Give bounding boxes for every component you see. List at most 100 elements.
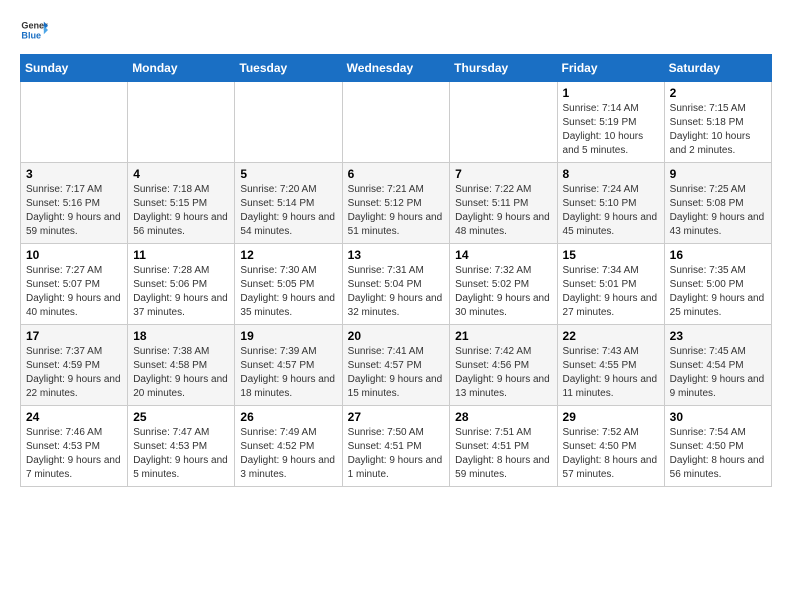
- day-number: 21: [455, 329, 551, 343]
- calendar-header-wednesday: Wednesday: [342, 55, 450, 82]
- day-number: 5: [240, 167, 336, 181]
- day-info: Sunrise: 7:46 AM Sunset: 4:53 PM Dayligh…: [26, 426, 122, 482]
- calendar-header-thursday: Thursday: [450, 55, 557, 82]
- calendar-cell: 21Sunrise: 7:42 AM Sunset: 4:56 PM Dayli…: [450, 325, 557, 406]
- day-info: Sunrise: 7:28 AM Sunset: 5:06 PM Dayligh…: [133, 264, 229, 320]
- day-info: Sunrise: 7:32 AM Sunset: 5:02 PM Dayligh…: [455, 264, 551, 320]
- calendar-header-saturday: Saturday: [664, 55, 771, 82]
- calendar-cell: 9 Sunrise: 7:25 AM Sunset: 5:08 PM Daylig…: [664, 163, 771, 244]
- day-number: 19: [240, 329, 336, 343]
- day-number: 22: [563, 329, 659, 343]
- calendar-cell: 27 Sunrise: 7:50 AM Sunset: 4:51 PM Dayli…: [342, 406, 450, 487]
- day-info: Sunrise: 7:21 AM Sunset: 5:12 PM Dayligh…: [348, 183, 445, 239]
- calendar-cell: 14 Sunrise: 7:32 AM Sunset: 5:02 PM Dayli…: [450, 244, 557, 325]
- day-number: 10: [26, 248, 122, 262]
- day-number: 20: [348, 329, 445, 343]
- calendar-week-2: 3Sunrise: 7:17 AM Sunset: 5:16 PM Daylig…: [21, 163, 772, 244]
- calendar-week-3: 10 Sunrise: 7:27 AM Sunset: 5:07 PM Dayli…: [21, 244, 772, 325]
- logo-icon: General Blue: [20, 16, 48, 44]
- calendar-cell: 1 Sunrise: 7:14 AM Sunset: 5:19 PM Daylig…: [557, 82, 664, 163]
- calendar-cell: 4 Sunrise: 7:18 AM Sunset: 5:15 PM Daylig…: [128, 163, 235, 244]
- day-info: Sunrise: 7:38 AM Sunset: 4:58 PM Dayligh…: [133, 345, 229, 401]
- day-info: Sunrise: 7:35 AM Sunset: 5:00 PM Dayligh…: [670, 264, 766, 320]
- calendar-cell: 25 Sunrise: 7:47 AM Sunset: 4:53 PM Dayli…: [128, 406, 235, 487]
- day-info: Sunrise: 7:54 AM Sunset: 4:50 PM Dayligh…: [670, 426, 766, 482]
- day-number: 29: [563, 410, 659, 424]
- day-number: 7: [455, 167, 551, 181]
- calendar-cell: [342, 82, 450, 163]
- calendar-cell: 12Sunrise: 7:30 AM Sunset: 5:05 PM Dayli…: [235, 244, 342, 325]
- day-number: 27: [348, 410, 445, 424]
- svg-text:Blue: Blue: [21, 30, 41, 40]
- calendar-header-row: SundayMondayTuesdayWednesdayThursdayFrid…: [21, 55, 772, 82]
- day-info: Sunrise: 7:18 AM Sunset: 5:15 PM Dayligh…: [133, 183, 229, 239]
- day-number: 15: [563, 248, 659, 262]
- day-info: Sunrise: 7:45 AM Sunset: 4:54 PM Dayligh…: [670, 345, 766, 401]
- calendar-cell: 7 Sunrise: 7:22 AM Sunset: 5:11 PM Daylig…: [450, 163, 557, 244]
- day-number: 2: [670, 86, 766, 100]
- calendar-cell: [128, 82, 235, 163]
- calendar-cell: 17 Sunrise: 7:37 AM Sunset: 4:59 PM Dayli…: [21, 325, 128, 406]
- calendar-cell: 8 Sunrise: 7:24 AM Sunset: 5:10 PM Daylig…: [557, 163, 664, 244]
- day-number: 25: [133, 410, 229, 424]
- day-number: 9: [670, 167, 766, 181]
- calendar-cell: 10 Sunrise: 7:27 AM Sunset: 5:07 PM Dayli…: [21, 244, 128, 325]
- calendar-header-tuesday: Tuesday: [235, 55, 342, 82]
- day-number: 3: [26, 167, 122, 181]
- day-info: Sunrise: 7:24 AM Sunset: 5:10 PM Dayligh…: [563, 183, 659, 239]
- calendar-cell: 15Sunrise: 7:34 AM Sunset: 5:01 PM Dayli…: [557, 244, 664, 325]
- day-number: 28: [455, 410, 551, 424]
- calendar-cell: 30 Sunrise: 7:54 AM Sunset: 4:50 PM Dayli…: [664, 406, 771, 487]
- day-number: 17: [26, 329, 122, 343]
- day-info: Sunrise: 7:22 AM Sunset: 5:11 PM Dayligh…: [455, 183, 551, 239]
- day-info: Sunrise: 7:47 AM Sunset: 4:53 PM Dayligh…: [133, 426, 229, 482]
- day-info: Sunrise: 7:37 AM Sunset: 4:59 PM Dayligh…: [26, 345, 122, 401]
- day-number: 30: [670, 410, 766, 424]
- calendar-header-sunday: Sunday: [21, 55, 128, 82]
- day-number: 18: [133, 329, 229, 343]
- calendar-cell: 24 Sunrise: 7:46 AM Sunset: 4:53 PM Dayli…: [21, 406, 128, 487]
- day-info: Sunrise: 7:43 AM Sunset: 4:55 PM Dayligh…: [563, 345, 659, 401]
- day-info: Sunrise: 7:20 AM Sunset: 5:14 PM Dayligh…: [240, 183, 336, 239]
- day-number: 24: [26, 410, 122, 424]
- day-info: Sunrise: 7:50 AM Sunset: 4:51 PM Dayligh…: [348, 426, 445, 482]
- calendar-cell: 28Sunrise: 7:51 AM Sunset: 4:51 PM Dayli…: [450, 406, 557, 487]
- day-info: Sunrise: 7:27 AM Sunset: 5:07 PM Dayligh…: [26, 264, 122, 320]
- calendar-cell: [235, 82, 342, 163]
- day-number: 14: [455, 248, 551, 262]
- logo: General Blue: [20, 16, 48, 44]
- day-number: 1: [563, 86, 659, 100]
- calendar-cell: 18 Sunrise: 7:38 AM Sunset: 4:58 PM Dayli…: [128, 325, 235, 406]
- calendar-cell: 5 Sunrise: 7:20 AM Sunset: 5:14 PM Daylig…: [235, 163, 342, 244]
- day-number: 26: [240, 410, 336, 424]
- calendar-cell: 6 Sunrise: 7:21 AM Sunset: 5:12 PM Daylig…: [342, 163, 450, 244]
- day-info: Sunrise: 7:14 AM Sunset: 5:19 PM Dayligh…: [563, 102, 659, 158]
- day-info: Sunrise: 7:52 AM Sunset: 4:50 PM Dayligh…: [563, 426, 659, 482]
- calendar-cell: 13Sunrise: 7:31 AM Sunset: 5:04 PM Dayli…: [342, 244, 450, 325]
- day-number: 23: [670, 329, 766, 343]
- calendar-week-1: 1 Sunrise: 7:14 AM Sunset: 5:19 PM Daylig…: [21, 82, 772, 163]
- calendar-cell: 16Sunrise: 7:35 AM Sunset: 5:00 PM Dayli…: [664, 244, 771, 325]
- calendar-cell: 19Sunrise: 7:39 AM Sunset: 4:57 PM Dayli…: [235, 325, 342, 406]
- day-info: Sunrise: 7:41 AM Sunset: 4:57 PM Dayligh…: [348, 345, 445, 401]
- day-info: Sunrise: 7:31 AM Sunset: 5:04 PM Dayligh…: [348, 264, 445, 320]
- calendar-cell: 22 Sunrise: 7:43 AM Sunset: 4:55 PM Dayli…: [557, 325, 664, 406]
- page-header: General Blue: [20, 16, 772, 44]
- day-number: 12: [240, 248, 336, 262]
- calendar-cell: 2 Sunrise: 7:15 AM Sunset: 5:18 PM Daylig…: [664, 82, 771, 163]
- calendar-cell: 20 Sunrise: 7:41 AM Sunset: 4:57 PM Dayli…: [342, 325, 450, 406]
- calendar-header-friday: Friday: [557, 55, 664, 82]
- calendar-cell: 3Sunrise: 7:17 AM Sunset: 5:16 PM Daylig…: [21, 163, 128, 244]
- calendar-cell: [21, 82, 128, 163]
- calendar-cell: 26Sunrise: 7:49 AM Sunset: 4:52 PM Dayli…: [235, 406, 342, 487]
- day-number: 4: [133, 167, 229, 181]
- calendar-cell: 11Sunrise: 7:28 AM Sunset: 5:06 PM Dayli…: [128, 244, 235, 325]
- day-number: 6: [348, 167, 445, 181]
- day-number: 8: [563, 167, 659, 181]
- day-info: Sunrise: 7:15 AM Sunset: 5:18 PM Dayligh…: [670, 102, 766, 158]
- calendar-table: SundayMondayTuesdayWednesdayThursdayFrid…: [20, 54, 772, 487]
- calendar-cell: [450, 82, 557, 163]
- calendar-week-5: 24 Sunrise: 7:46 AM Sunset: 4:53 PM Dayli…: [21, 406, 772, 487]
- calendar-cell: 29 Sunrise: 7:52 AM Sunset: 4:50 PM Dayli…: [557, 406, 664, 487]
- day-info: Sunrise: 7:25 AM Sunset: 5:08 PM Dayligh…: [670, 183, 766, 239]
